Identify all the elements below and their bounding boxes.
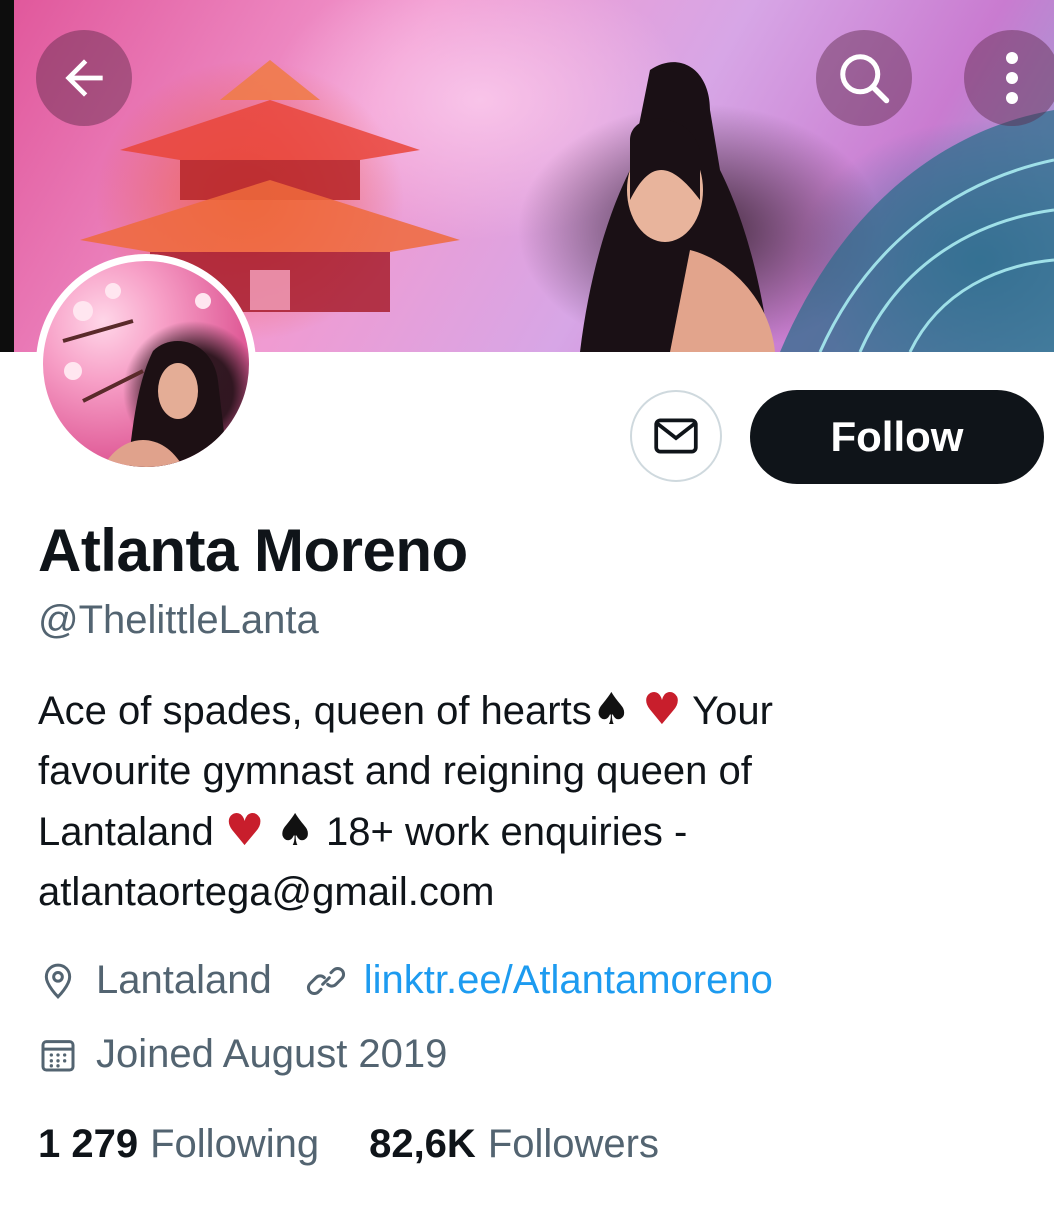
followers-stat[interactable]: 82,6K Followers (369, 1122, 659, 1167)
followers-count: 82,6K (369, 1122, 476, 1166)
spade-emoji: ♠ (591, 684, 632, 735)
calendar-icon (38, 1035, 78, 1075)
banner-edge (0, 0, 14, 352)
bio-text: 18+ work enquiries - (326, 810, 688, 854)
message-button[interactable] (630, 390, 722, 482)
heart-emoji: ♥ (642, 684, 682, 735)
user-handle: @ThelittleLanta (38, 598, 319, 642)
link-icon (306, 961, 346, 1001)
following-count: 1 279 (38, 1122, 139, 1166)
bio-line-4: atlantaortega@gmail.com (38, 870, 495, 914)
profile-meta-row: Lantaland linktr.ee/Atlantamoreno (38, 958, 773, 1003)
joined-row: Joined August 2019 (38, 1032, 447, 1077)
bio-text: Ace of spades, queen of hearts (38, 689, 592, 733)
joined-date: Joined August 2019 (96, 1032, 448, 1076)
more-vertical-icon (1006, 52, 1018, 104)
avatar-image (43, 261, 249, 467)
location-icon (38, 961, 78, 1001)
more-options-button[interactable] (964, 30, 1054, 126)
profile-bio: Ace of spades, queen of hearts♠ ♥ Your f… (38, 680, 958, 922)
profile-stats: 1 279 Following 82,6K Followers (38, 1122, 659, 1167)
bio-line-2: favourite gymnast and reigning queen of (38, 749, 752, 793)
following-stat[interactable]: 1 279 Following (38, 1122, 319, 1167)
location-text: Lantaland (96, 958, 272, 1002)
bio-text: Your (692, 689, 773, 733)
spade-emoji: ♠ (275, 805, 315, 856)
back-button[interactable] (36, 30, 132, 126)
arrow-left-icon (65, 59, 103, 97)
bio-line-1: Ace of spades, queen of hearts♠ ♥ Your (38, 680, 958, 741)
search-icon (840, 54, 890, 104)
banner-portrait (580, 62, 775, 352)
follow-button[interactable]: Follow (750, 390, 1044, 484)
website-link[interactable]: linktr.ee/Atlantamoreno (364, 958, 773, 1003)
mail-icon (654, 418, 698, 454)
banner-wing-illustration (780, 110, 1054, 352)
bio-line-3: Lantaland ♥ ♠ 18+ work enquiries - (38, 801, 958, 862)
heart-emoji: ♥ (224, 805, 265, 856)
bio-text: Lantaland (38, 810, 214, 854)
profile-avatar[interactable] (36, 254, 256, 474)
following-label: Following (150, 1122, 320, 1166)
search-button[interactable] (816, 30, 912, 126)
followers-label: Followers (487, 1122, 659, 1166)
display-name: Atlanta Moreno (38, 517, 468, 584)
avatar-illustration (62, 283, 228, 467)
